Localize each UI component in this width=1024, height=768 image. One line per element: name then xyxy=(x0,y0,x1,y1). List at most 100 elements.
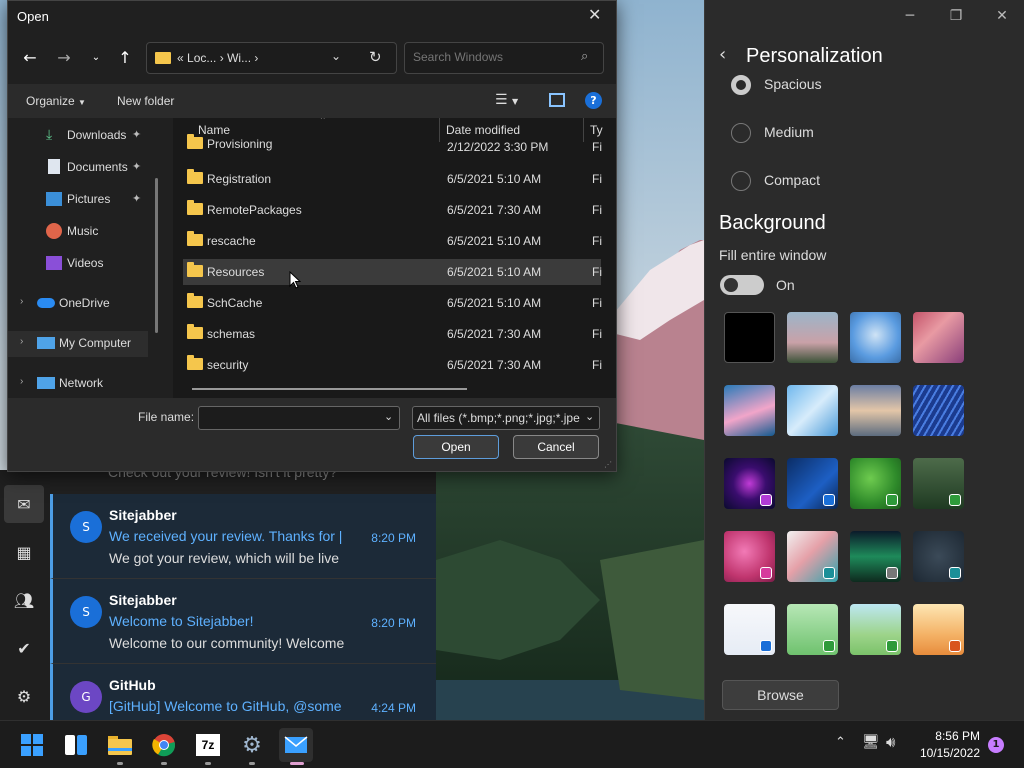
chevron-down-icon: ⌄ xyxy=(585,410,595,423)
nav-scrollbar[interactable] xyxy=(155,178,158,333)
address-dropdown-chevron-icon[interactable]: ⌄ xyxy=(331,49,341,63)
wallpaper-thumbnail[interactable] xyxy=(724,458,775,509)
chevron-up-icon[interactable]: ⌃ xyxy=(835,735,846,750)
wallpaper-thumbnail[interactable] xyxy=(913,312,964,363)
people-icon[interactable]: 👥︎ xyxy=(4,581,44,619)
wallpaper-thumbnail[interactable] xyxy=(850,531,901,582)
7zip-icon[interactable]: 7z xyxy=(191,728,225,762)
table-row[interactable]: security 6/5/2021 7:30 AM Fi xyxy=(183,352,602,378)
table-row[interactable]: rescache 6/5/2021 5:10 AM Fi xyxy=(183,228,602,254)
wallpaper-thumbnail[interactable] xyxy=(913,604,964,655)
file-explorer-icon[interactable] xyxy=(103,728,137,762)
nav-item-pictures[interactable]: Pictures ✦ xyxy=(8,187,158,213)
widgets-icon[interactable] xyxy=(59,728,93,762)
network-status-icon[interactable]: 🖥︎ xyxy=(862,734,880,750)
wallpaper-thumbnail[interactable] xyxy=(913,458,964,509)
table-row[interactable]: RemotePackages 6/5/2021 7:30 AM Fi xyxy=(183,197,602,223)
mail-icon[interactable] xyxy=(279,728,313,762)
wallpaper-thumbnail[interactable] xyxy=(787,604,838,655)
open-button[interactable]: Open xyxy=(413,435,499,459)
table-row[interactable]: Resources 6/5/2021 5:10 AM Fi xyxy=(183,259,602,285)
close-button[interactable]: ✕ xyxy=(979,4,1024,28)
calendar-icon[interactable]: ▦ xyxy=(4,533,44,571)
file-name-combo[interactable]: ⌄ xyxy=(198,406,400,430)
browse-button[interactable]: Browse xyxy=(722,680,839,710)
restore-button[interactable]: ❐ xyxy=(933,4,979,28)
table-row[interactable]: Registration 6/5/2021 5:10 AM Fi xyxy=(183,166,602,192)
wallpaper-thumbnail[interactable] xyxy=(850,604,901,655)
help-icon[interactable]: ? xyxy=(585,92,602,109)
preview-pane-icon[interactable] xyxy=(549,93,565,107)
volume-icon[interactable]: 🔊︎ xyxy=(886,733,895,751)
refresh-icon[interactable]: ↻ xyxy=(369,48,382,66)
breadcrumb-segment[interactable]: Wi... xyxy=(227,51,251,65)
radio-spacious[interactable] xyxy=(731,75,751,95)
nav-item-music[interactable]: Music xyxy=(8,219,158,245)
address-bar[interactable]: « Loc... › Wi... › ⌄ ↻ xyxy=(146,42,397,74)
wallpaper-thumbnail[interactable] xyxy=(724,312,775,363)
table-row[interactable]: Provisioning 2/12/2022 3:30 PM Fi xyxy=(183,134,602,155)
wallpaper-thumbnail[interactable] xyxy=(724,385,775,436)
message-item[interactable]: S Sitejabber We received your review. Th… xyxy=(50,494,436,579)
nav-item-documents[interactable]: Documents ✦ xyxy=(8,155,158,181)
search-box[interactable]: ⌕ xyxy=(404,42,604,74)
nav-item-my-computer[interactable]: › My Computer xyxy=(8,331,148,357)
settings-icon[interactable]: ⚙ xyxy=(235,728,269,762)
file-type: Fi xyxy=(592,234,602,248)
minimize-button[interactable]: ─ xyxy=(887,4,933,28)
file-date: 6/5/2021 7:30 AM xyxy=(447,327,542,341)
message-item[interactable]: S Sitejabber Welcome to Sitejabber! 8:20… xyxy=(50,579,436,664)
new-folder-button[interactable]: New folder xyxy=(117,94,174,108)
file-type-filter[interactable]: All files (*.bmp;*.png;*.jpg;*.jpe ⌄ xyxy=(412,406,600,430)
wallpaper-thumbnail[interactable] xyxy=(787,458,838,509)
wallpaper-thumbnail[interactable] xyxy=(787,385,838,436)
back-arrow-icon[interactable]: ← xyxy=(18,46,42,70)
nav-item-onedrive[interactable]: › OneDrive xyxy=(8,291,158,317)
resize-grip-icon[interactable]: ⋰ xyxy=(604,460,612,469)
close-icon[interactable]: ✕ xyxy=(588,5,601,24)
wallpaper-thumbnail[interactable] xyxy=(850,385,901,436)
nav-item-network[interactable]: › Network xyxy=(8,371,158,397)
wallpaper-thumbnail[interactable] xyxy=(913,531,964,582)
todo-icon[interactable]: ✔ xyxy=(4,629,44,667)
wallpaper-thumbnail[interactable] xyxy=(913,385,964,436)
recent-locations-chevron-icon[interactable]: ⌄ xyxy=(84,46,108,70)
wallpaper-thumbnail[interactable] xyxy=(787,312,838,363)
wallpaper-thumbnail[interactable] xyxy=(850,312,901,363)
clock-date[interactable]: 10/15/2022 xyxy=(910,746,980,760)
wallpaper-thumbnail[interactable] xyxy=(787,531,838,582)
fill-window-toggle[interactable] xyxy=(720,275,764,295)
start-icon[interactable] xyxy=(15,728,49,762)
search-input[interactable] xyxy=(413,50,573,64)
table-row[interactable]: SchCache 6/5/2021 5:10 AM Fi xyxy=(183,290,602,316)
notification-badge[interactable]: 1 xyxy=(988,737,1004,753)
radio-medium[interactable] xyxy=(731,123,751,143)
expand-chevron-icon[interactable]: › xyxy=(20,376,23,387)
breadcrumb-segment[interactable]: Loc... xyxy=(187,51,216,65)
breadcrumb-overflow[interactable]: « xyxy=(177,51,184,65)
view-options-icon[interactable]: ☰ ▼ xyxy=(495,92,518,108)
breadcrumb: « Loc... › Wi... › xyxy=(177,51,258,65)
wallpaper-thumbnail[interactable] xyxy=(724,604,775,655)
horizontal-scrollbar[interactable] xyxy=(192,388,467,390)
nav-item-videos[interactable]: Videos xyxy=(8,251,158,277)
cancel-button[interactable]: Cancel xyxy=(513,435,599,459)
expand-chevron-icon[interactable]: › xyxy=(20,296,23,307)
settings-gear-icon[interactable]: ⚙ xyxy=(4,677,44,715)
table-row[interactable]: schemas 6/5/2021 7:30 AM Fi xyxy=(183,321,602,347)
file-name-input[interactable] xyxy=(203,411,373,425)
wallpaper-thumbnail[interactable] xyxy=(724,531,775,582)
chrome-icon[interactable] xyxy=(147,728,181,762)
expand-chevron-icon[interactable]: › xyxy=(20,336,23,347)
organize-menu-button[interactable]: Organize ▼ xyxy=(26,94,86,108)
avatar: S xyxy=(70,511,102,543)
clock-time[interactable]: 8:56 PM xyxy=(916,729,980,743)
mail-icon[interactable]: ✉ xyxy=(4,485,44,523)
nav-item-downloads[interactable]: ⤓ Downloads ✦ xyxy=(8,123,158,149)
forward-arrow-icon[interactable]: → xyxy=(52,46,76,70)
chevron-down-icon[interactable]: ⌄ xyxy=(384,410,393,423)
radio-compact[interactable] xyxy=(731,171,751,191)
up-arrow-icon[interactable]: ↑ xyxy=(113,46,137,70)
back-arrow-icon[interactable]: ‹ xyxy=(719,44,726,65)
wallpaper-thumbnail[interactable] xyxy=(850,458,901,509)
